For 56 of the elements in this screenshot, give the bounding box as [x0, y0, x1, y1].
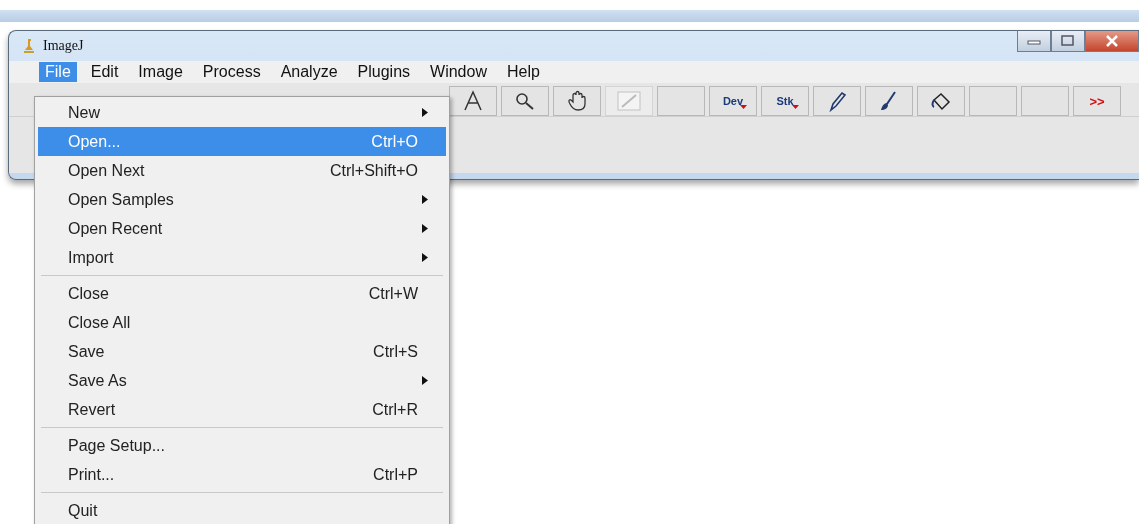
shortcut-text: Ctrl+R [372, 400, 418, 419]
menu-entry[interactable]: New [38, 98, 446, 127]
menu-entry[interactable]: Close All [38, 308, 446, 337]
maximize-button[interactable] [1051, 31, 1085, 52]
caret-icon [792, 105, 799, 109]
tool-button[interactable] [553, 86, 601, 116]
submenu-arrow-icon [422, 195, 428, 204]
window-title: ImageJ [43, 38, 84, 54]
menu-item[interactable]: Plugins [351, 62, 417, 82]
minimize-icon [1027, 37, 1041, 45]
menu-entry[interactable]: Import [38, 243, 446, 272]
shortcut-text: Ctrl+W [368, 284, 418, 303]
menu-item[interactable]: Process [196, 62, 267, 82]
menu-entry[interactable]: Page Setup... [38, 431, 446, 460]
brush-icon [879, 90, 899, 112]
tool-button[interactable] [917, 86, 965, 116]
menu-item[interactable]: Image [132, 62, 189, 82]
menu-entry[interactable]: Close Ctrl+W [38, 279, 446, 308]
pencil-icon [827, 90, 847, 112]
paint-bucket-icon [930, 91, 952, 111]
menu-tool-button[interactable]: Stk [761, 86, 809, 116]
submenu-arrow-icon [422, 224, 428, 233]
menu-item[interactable]: Edit [84, 62, 125, 82]
menu-entry[interactable]: Open Recent [38, 214, 446, 243]
magnifier-icon [514, 91, 536, 111]
more-tools-button[interactable]: >> [1073, 86, 1121, 116]
tool-button[interactable] [813, 86, 861, 116]
menu-entry[interactable]: Open Next Ctrl+Shift+O [38, 156, 446, 185]
caret-icon [740, 105, 747, 109]
menu-entry[interactable]: Save As [38, 366, 446, 395]
microscope-icon [23, 38, 35, 54]
shortcut-text: Ctrl+O [371, 132, 418, 151]
minimize-button[interactable] [1017, 31, 1051, 52]
menu-item[interactable]: Analyze [274, 62, 344, 82]
hand-icon [566, 90, 588, 112]
menu-entry[interactable]: Open Samples [38, 185, 446, 214]
shortcut-text: Ctrl+Shift+O [329, 161, 418, 180]
shortcut-text: Ctrl+P [373, 465, 418, 484]
tool-button[interactable] [501, 86, 549, 116]
menu-entry[interactable]: Revert Ctrl+R [38, 395, 446, 424]
tool-button[interactable] [449, 86, 497, 116]
menu-entry[interactable]: Print... Ctrl+P [38, 460, 446, 489]
submenu-arrow-icon [422, 376, 428, 385]
menu-tool-button[interactable]: Dev [709, 86, 757, 116]
close-button[interactable] [1085, 31, 1139, 52]
submenu-arrow-icon [422, 253, 428, 262]
submenu-arrow-icon [422, 108, 428, 117]
menu-item[interactable]: Window [424, 62, 493, 82]
close-icon [1105, 35, 1119, 47]
menu-entry[interactable]: Quit [38, 496, 446, 524]
text-tool-icon [462, 90, 484, 112]
menu-entry[interactable]: Save Ctrl+S [38, 337, 446, 366]
maximize-icon [1061, 35, 1075, 47]
shortcut-text: Ctrl+S [373, 342, 418, 361]
tool-button[interactable] [865, 86, 913, 116]
menu-item[interactable]: Help [500, 62, 546, 82]
